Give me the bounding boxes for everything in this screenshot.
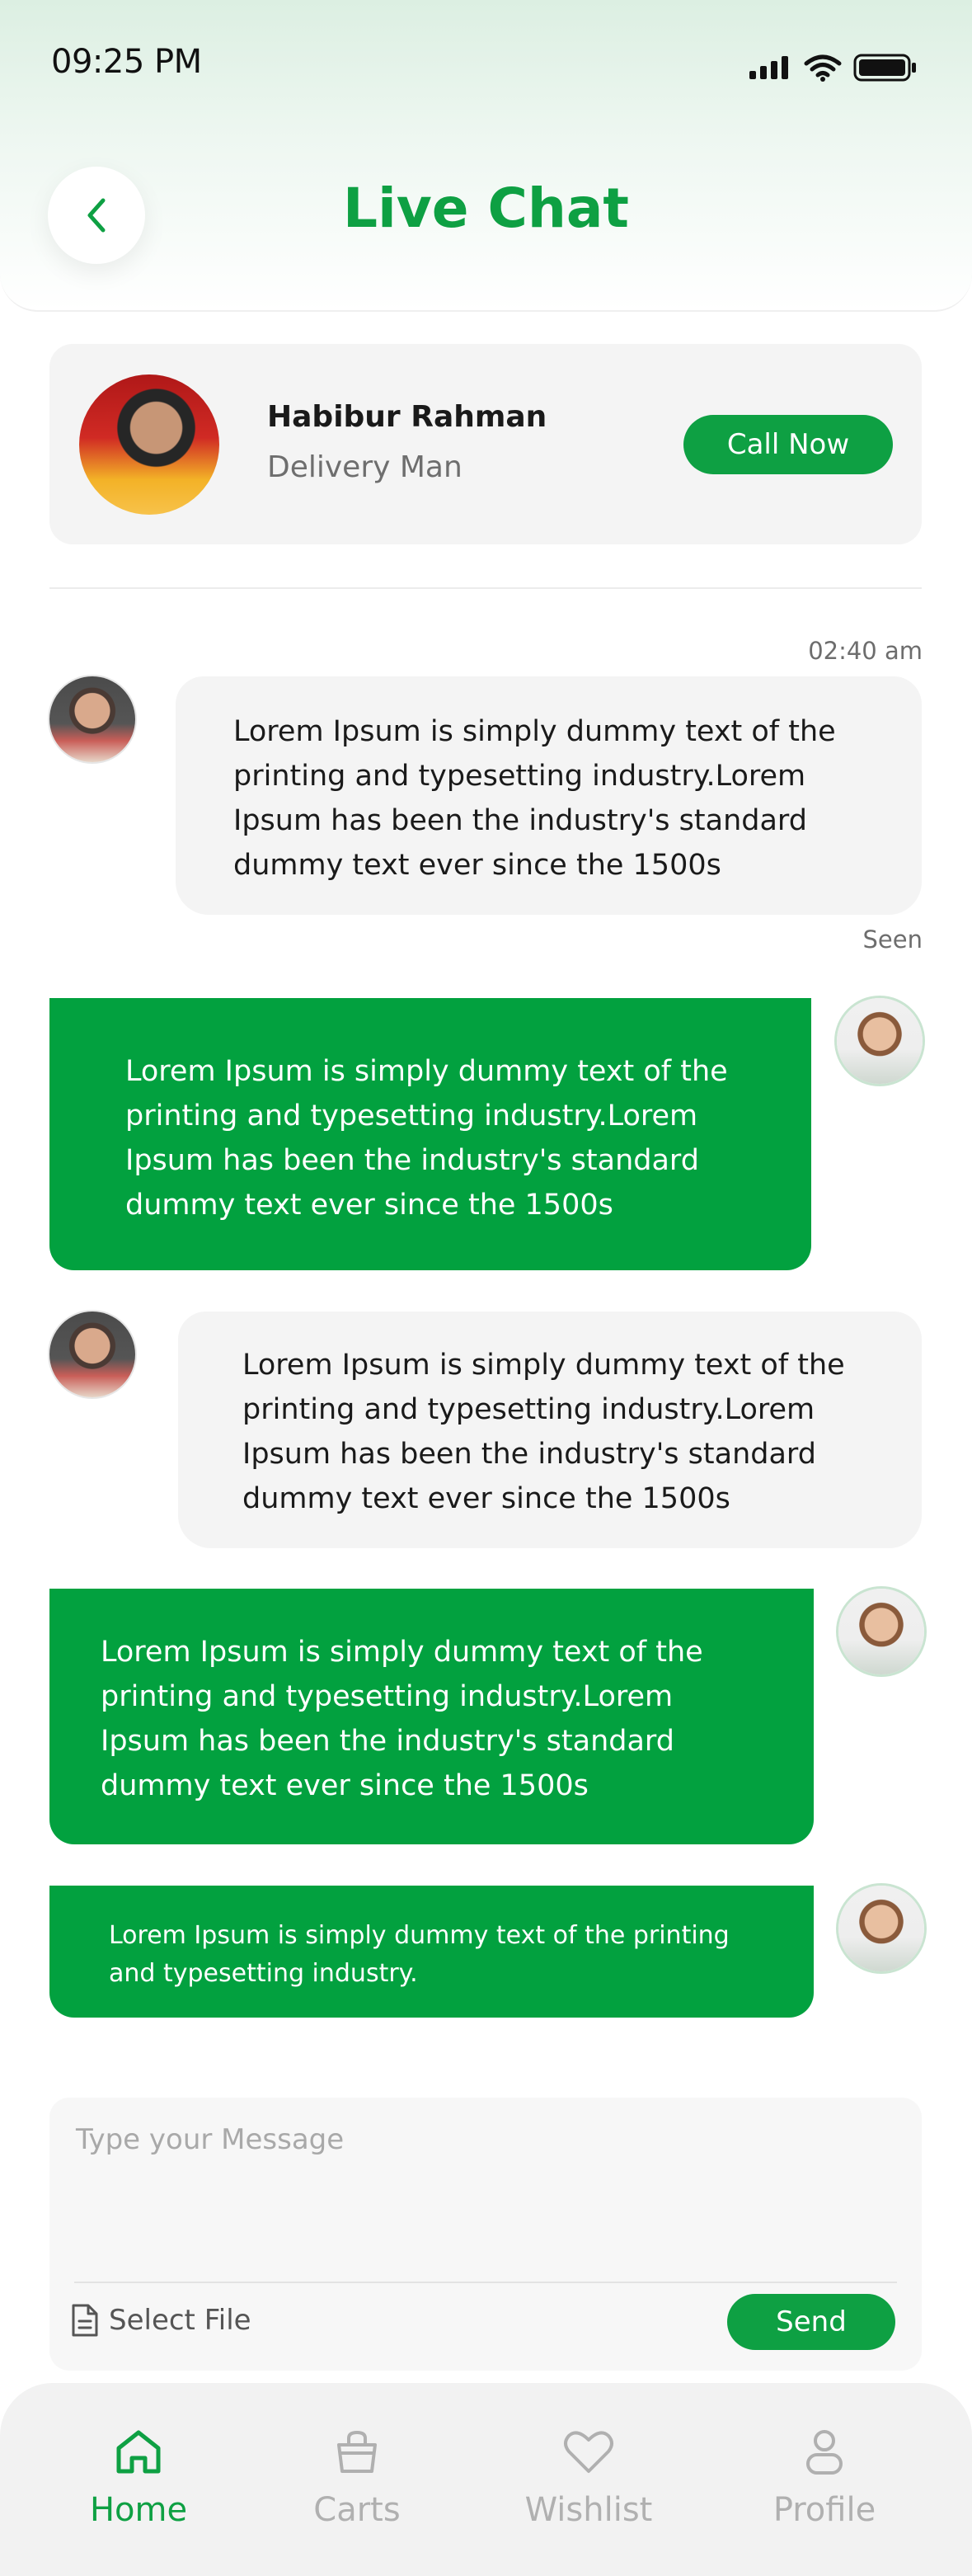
nav-item-wishlist[interactable]: Wishlist — [506, 2428, 671, 2529]
heart-icon — [564, 2431, 613, 2473]
signal-icon — [749, 56, 788, 79]
avatar — [838, 1589, 924, 1674]
wifi-icon — [804, 54, 842, 82]
user-icon — [806, 2430, 843, 2475]
contact-role: Delivery Man — [267, 450, 463, 484]
message-bubble-outgoing: Lorem Ipsum is simply dummy text of the … — [49, 1886, 814, 2018]
status-icons — [749, 51, 918, 84]
nav-label-carts: Carts — [313, 2491, 401, 2529]
battery-icon — [853, 54, 916, 82]
call-now-button[interactable]: Call Now — [683, 415, 893, 474]
send-button[interactable]: Send — [727, 2294, 895, 2350]
nav-item-profile[interactable]: Profile — [742, 2428, 907, 2529]
message-bubble-incoming: Lorem Ipsum is simply dummy text of the … — [176, 676, 922, 915]
select-file-label: Select File — [109, 2304, 251, 2337]
divider — [74, 2282, 897, 2283]
nav-label-profile: Profile — [772, 2491, 876, 2529]
status-time: 09:25 PM — [51, 43, 202, 81]
nav-label-wishlist: Wishlist — [524, 2491, 653, 2529]
contact-avatar — [79, 374, 219, 515]
divider — [49, 587, 922, 589]
message-bubble-outgoing: Lorem Ipsum is simply dummy text of the … — [49, 1589, 814, 1844]
home-icon — [116, 2430, 161, 2474]
file-icon — [72, 2304, 98, 2337]
page-title: Live Chat — [343, 177, 629, 240]
avatar — [49, 676, 135, 762]
message-timestamp: 02:40 am — [808, 637, 923, 665]
avatar — [837, 998, 923, 1084]
message-bubble-outgoing: Lorem Ipsum is simply dummy text of the … — [49, 998, 811, 1270]
avatar — [838, 1886, 924, 1971]
seen-label: Seen — [862, 925, 923, 954]
cart-icon — [337, 2430, 377, 2473]
select-file-button[interactable]: Select File — [71, 2303, 251, 2338]
avatar — [49, 1312, 135, 1397]
message-input[interactable] — [74, 2122, 902, 2265]
nav-item-carts[interactable]: Carts — [275, 2428, 439, 2529]
message-bubble-incoming: Lorem Ipsum is simply dummy text of the … — [178, 1312, 922, 1548]
nav-item-home[interactable]: Home — [56, 2428, 221, 2529]
contact-name: Habibur Rahman — [267, 400, 547, 434]
nav-label-home: Home — [89, 2491, 188, 2529]
